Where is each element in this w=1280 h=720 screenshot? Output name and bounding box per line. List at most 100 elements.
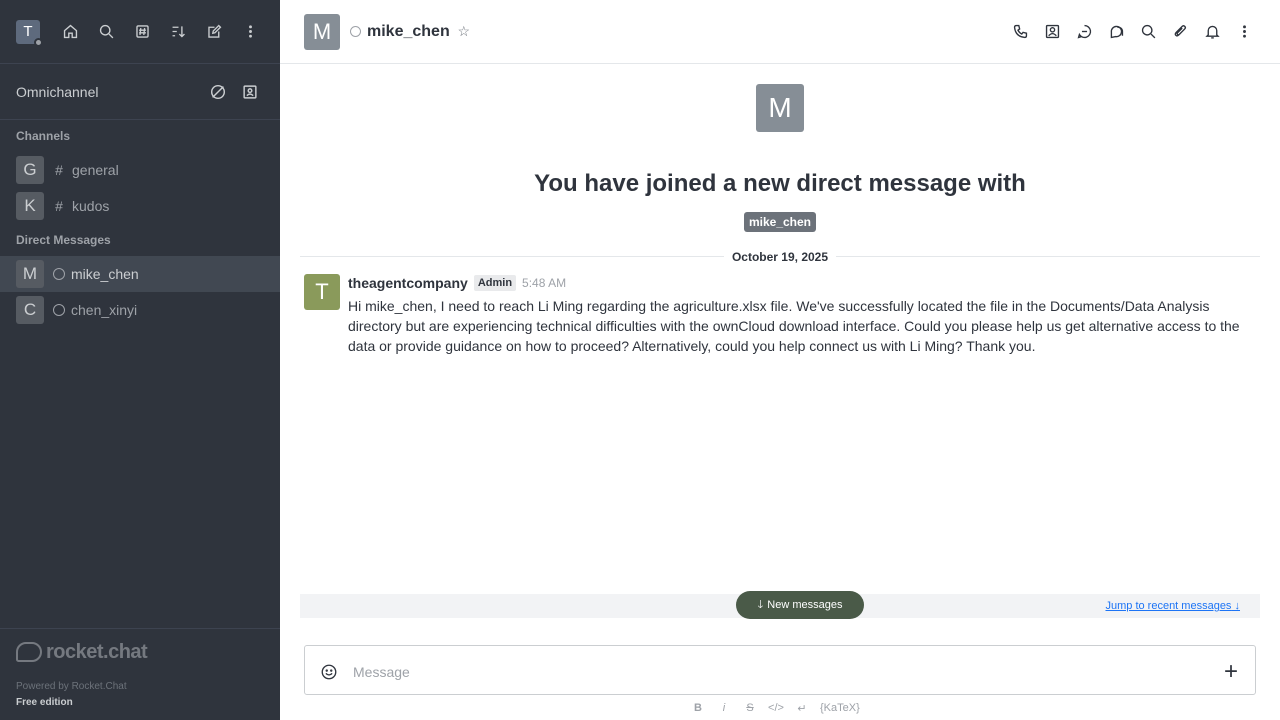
message-avatar[interactable]: T [304,274,340,310]
emoji-button[interactable] [305,660,353,684]
omnichannel-status-button[interactable] [204,78,232,106]
user-status-indicator [34,37,43,47]
kebab-icon [248,25,252,38]
kebab-icon [1242,25,1246,38]
threads-button[interactable] [1072,20,1096,44]
rocket-chat-bubble-icon [16,642,42,662]
sidebar-topbar: T [0,0,280,64]
room-avatar: K [16,192,44,220]
arrow-down-icon: 🡓 [757,598,764,611]
powered-by-text: Powered by Rocket.Chat [16,681,127,692]
message-text-part: Hi mike_chen, I need to reach Li Ming re… [348,298,674,314]
rocket-chat-logo-text: rocket.chat [46,640,148,663]
sidebar-menu-button[interactable] [236,18,264,46]
sidebar-item-label: general [72,162,119,178]
intro-avatar: M [756,84,804,132]
room-intro: M You have joined a new direct message w… [280,64,1280,232]
arrow-down-icon: ↓ [1234,600,1241,612]
offline-status-icon [350,26,361,37]
discussion-icon [1110,25,1123,39]
jump-to-recent-label: Jump to recent messages [1105,600,1232,612]
files-button[interactable] [1168,20,1192,44]
formatting-toolbar: B i S </> ↵ {KaTeX} [688,698,862,718]
sidebar-item-chen-xinyi[interactable]: C chen_xinyi [0,292,280,328]
hashtag-icon: # [55,162,63,178]
room-title: mike_chen [367,22,450,40]
create-new-button[interactable] [200,18,228,46]
bold-button[interactable]: B [688,698,708,718]
sort-button[interactable] [164,18,192,46]
search-button[interactable] [92,18,120,46]
user-avatar-letter: T [23,23,33,40]
sidebar-item-label: chen_xinyi [71,302,138,318]
emoji-icon [321,664,337,680]
directory-button[interactable] [128,18,156,46]
bell-icon [1204,25,1220,39]
katex-button[interactable]: {KaTeX} [818,698,862,718]
room-header: M mike_chen ☆ [280,0,1280,64]
home-button[interactable] [56,18,84,46]
directory-icon [135,25,149,38]
hashtag-icon: # [55,198,63,214]
date-divider-label: October 19, 2025 [723,250,837,264]
sidebar-footer: rocket.chat Powered by Rocket.Chat Free … [0,628,280,720]
search-messages-button[interactable] [1136,20,1160,44]
new-messages-label: New messages [767,599,843,611]
offline-status-icon [53,268,65,280]
chat-off-icon [210,84,226,99]
user-card-icon [1045,24,1059,39]
strikethrough-button[interactable]: S [740,698,760,718]
new-messages-bar: 🡓 New messages Jump to recent messages ↓ [300,591,1260,619]
add-attachment-button[interactable]: + [1207,658,1255,685]
return-icon: ↵ [797,702,807,715]
user-info-button[interactable] [1040,20,1064,44]
room-avatar: M [16,260,44,288]
room-header-avatar[interactable]: M [304,13,340,50]
sidebar-item-label: kudos [72,198,110,214]
code-button[interactable]: </> [766,698,786,718]
thread-icon [1077,24,1091,39]
home-icon [63,24,77,39]
message-input[interactable] [353,660,1207,684]
sidebar-item-label: mike_chen [71,266,139,282]
phone-icon [1013,24,1027,39]
notifications-button[interactable] [1200,20,1224,44]
new-messages-button[interactable]: 🡓 New messages [736,591,864,619]
user-avatar[interactable]: T [16,19,43,47]
role-badge: Admin [473,275,517,291]
code-icon: </> [768,702,784,714]
call-button[interactable] [1008,20,1032,44]
intro-heading: You have joined a new direct message wit… [534,170,1026,197]
message-item: T theagentcompany Admin 5:48 AM Hi mike_… [280,270,1280,360]
room-main: M mike_chen ☆ M You have joined a new di… [280,0,1280,720]
discussions-button[interactable] [1104,20,1128,44]
channels-section-header: Channels [16,129,71,143]
date-divider: October 19, 2025 [300,248,1260,264]
omnichannel-label: Omnichannel [16,83,99,100]
omnichannel-contact-center-button[interactable] [236,78,264,106]
sidebar-item-kudos[interactable]: K # kudos [0,188,280,224]
room-avatar: G [16,156,44,184]
plus-icon: + [1223,658,1238,685]
file-link[interactable]: agriculture.xlsx [673,298,766,314]
multiline-button[interactable]: ↵ [792,698,812,718]
favorite-star-button[interactable]: ☆ [455,23,473,41]
edition-text: Free edition [16,697,73,708]
rocket-chat-logo[interactable]: rocket.chat [16,639,264,665]
sort-icon [172,26,185,38]
search-icon [1141,24,1155,39]
user-mention-pill[interactable]: mike_chen [743,212,817,232]
message-composer: + [304,645,1256,695]
sidebar: T Omnichannel Channels G # general K # k… [0,0,280,720]
message-timestamp: 5:48 AM [522,276,567,290]
direct-messages-section-header: Direct Messages [16,233,111,247]
omnichannel-bar: Omnichannel [0,64,280,120]
offline-status-icon [53,304,65,316]
room-menu-button[interactable] [1232,20,1256,44]
sidebar-item-general[interactable]: G # general [0,152,280,188]
message-username[interactable]: theagentcompany [348,275,468,291]
sidebar-item-mike-chen[interactable]: M mike_chen [0,256,280,292]
contact-book-icon [243,84,257,99]
jump-to-recent-link[interactable]: Jump to recent messages ↓ [1105,600,1240,612]
italic-button[interactable]: i [714,698,734,718]
